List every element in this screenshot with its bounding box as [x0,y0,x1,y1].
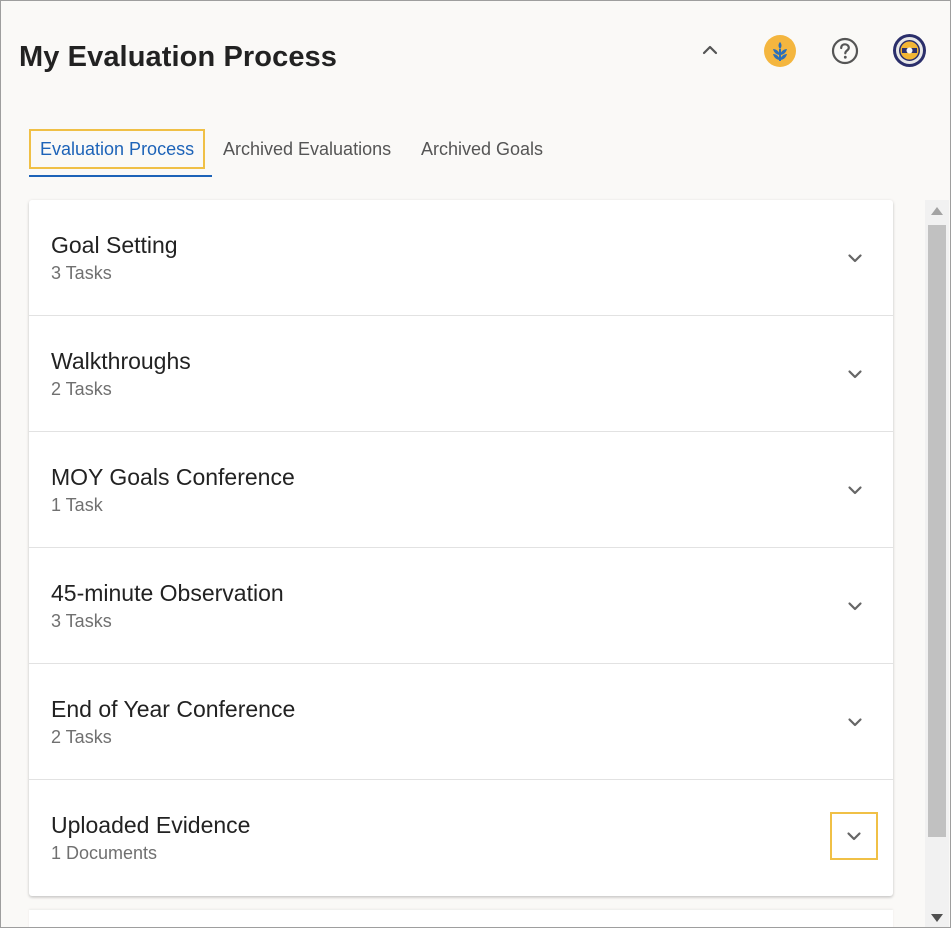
section-title: MOY Goals Conference [51,464,295,490]
chevron-down-icon[interactable] [841,244,869,272]
app-window: My Evaluation Process Evaluation Process… [0,0,951,928]
section-walkthroughs[interactable]: Walkthroughs 2 Tasks [29,316,893,432]
section-task-count: 3 Tasks [51,263,112,283]
chevron-down-icon[interactable] [841,592,869,620]
chevron-down-icon[interactable] [830,812,878,860]
tab-evaluation-process[interactable]: Evaluation Process [29,129,206,169]
section-title: Goal Setting [51,232,178,258]
evaluation-sections-panel: Goal Setting 3 Tasks Walkthroughs 2 Task… [29,200,893,896]
next-panel-edge [29,910,893,927]
section-uploaded-evidence[interactable]: Uploaded Evidence 1 Documents [29,780,893,895]
wheat-logo-icon[interactable] [764,35,796,67]
page-title: My Evaluation Process [19,41,337,73]
section-title: End of Year Conference [51,696,296,722]
section-task-count: 2 Tasks [51,727,112,747]
section-task-count: 1 Task [51,495,103,515]
section-task-count: 3 Tasks [51,611,112,631]
scrollbar-thumb[interactable] [928,225,946,837]
scroll-down-arrow-icon[interactable] [931,914,943,922]
scroll-up-arrow-icon[interactable] [931,207,943,215]
section-title: Walkthroughs [51,348,191,374]
section-task-count: 2 Tasks [51,379,112,399]
section-moy-goals-conference[interactable]: MOY Goals Conference 1 Task [29,432,893,548]
section-title: 45-minute Observation [51,580,284,606]
vertical-scrollbar[interactable] [925,200,949,927]
help-circle-icon[interactable] [829,35,861,67]
section-title: Uploaded Evidence [51,812,251,838]
chevron-up-icon[interactable] [695,35,725,65]
section-goal-setting[interactable]: Goal Setting 3 Tasks [29,200,893,316]
active-tab-indicator [29,175,212,177]
chevron-down-icon[interactable] [841,708,869,736]
chevron-down-icon[interactable] [841,360,869,388]
tab-archived-evaluations[interactable]: Archived Evaluations [223,129,391,169]
section-end-of-year-conference[interactable]: End of Year Conference 2 Tasks [29,664,893,780]
chevron-down-icon[interactable] [841,476,869,504]
section-document-count: 1 Documents [51,843,158,863]
school-seal-avatar[interactable] [893,34,926,67]
section-45-minute-observation[interactable]: 45-minute Observation 3 Tasks [29,548,893,664]
tab-archived-goals[interactable]: Archived Goals [421,129,543,169]
